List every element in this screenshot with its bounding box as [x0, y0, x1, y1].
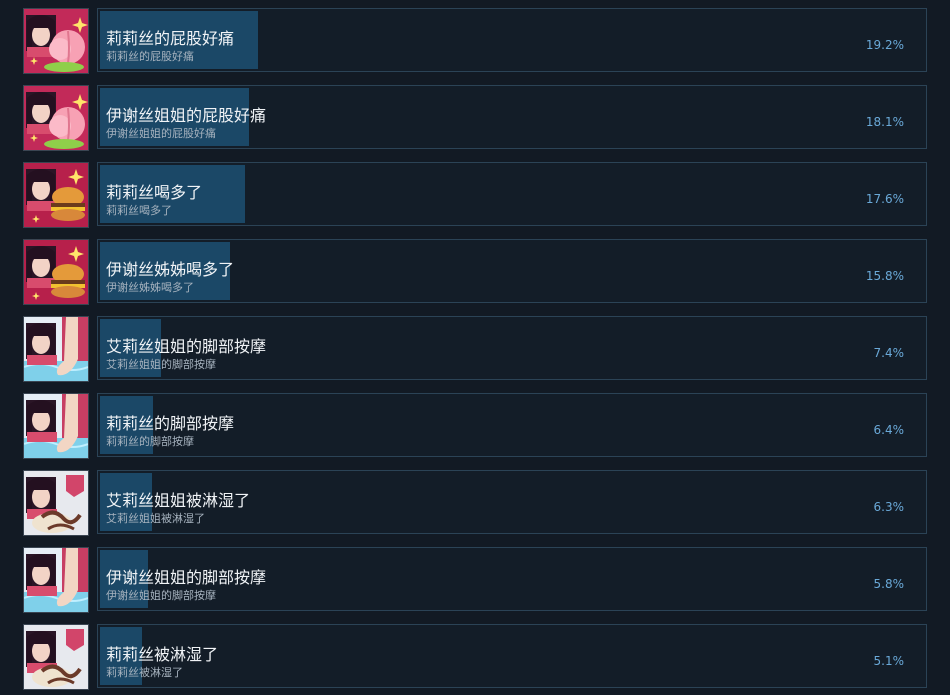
achievement-row[interactable]: 莉莉丝喝多了 莉莉丝喝多了 17.6%	[23, 162, 927, 228]
unlock-percentage: 17.6%	[865, 192, 904, 206]
achievement-title: 伊谢丝姐姐的脚部按摩	[106, 568, 267, 587]
achievement-description: 艾莉丝姐姐的脚部按摩	[106, 358, 216, 371]
achievement-card: 艾莉丝姐姐被淋湿了 艾莉丝姐姐被淋湿了 6.3%	[97, 470, 927, 534]
foot-icon	[23, 393, 89, 459]
achievement-card: 伊谢丝姊姊喝多了 伊谢丝姊姊喝多了 15.8%	[97, 239, 927, 303]
achievement-description: 莉莉丝被淋湿了	[106, 666, 183, 679]
achievement-card: 伊谢丝姐姐的脚部按摩 伊谢丝姐姐的脚部按摩 5.8%	[97, 547, 927, 611]
achievement-card: 莉莉丝被淋湿了 莉莉丝被淋湿了 5.1%	[97, 624, 927, 688]
achievement-row[interactable]: 艾莉丝姐姐被淋湿了 艾莉丝姐姐被淋湿了 6.3%	[23, 470, 927, 536]
achievement-card: 莉莉丝喝多了 莉莉丝喝多了 17.6%	[97, 162, 927, 226]
achievement-row[interactable]: 莉莉丝的屁股好痛 莉莉丝的屁股好痛 19.2%	[23, 8, 927, 74]
unlock-percentage: 6.3%	[873, 500, 905, 514]
achievement-title: 艾莉丝姐姐的脚部按摩	[106, 337, 267, 356]
unlock-percentage: 7.4%	[873, 346, 905, 360]
unlock-percentage: 19.2%	[865, 38, 904, 52]
achievement-card: 伊谢丝姐姐的屁股好痛 伊谢丝姐姐的屁股好痛 18.1%	[97, 85, 927, 149]
unlock-percentage: 6.4%	[873, 423, 905, 437]
achievement-row[interactable]: 伊谢丝姊姊喝多了 伊谢丝姊姊喝多了 15.8%	[23, 239, 927, 305]
unlock-percentage: 18.1%	[865, 115, 904, 129]
achievement-description: 伊谢丝姐姐的脚部按摩	[106, 589, 216, 602]
achievement-row[interactable]: 艾莉丝姐姐的脚部按摩 艾莉丝姐姐的脚部按摩 7.4%	[23, 316, 927, 382]
achievement-title: 伊谢丝姐姐的屁股好痛	[106, 106, 267, 125]
achievement-title: 莉莉丝的脚部按摩	[106, 414, 235, 433]
burger-icon	[23, 239, 89, 305]
achievement-title: 莉莉丝被淋湿了	[106, 645, 219, 664]
peach-icon	[23, 85, 89, 151]
unlock-percentage: 5.8%	[873, 577, 905, 591]
achievement-row[interactable]: 伊谢丝姐姐的屁股好痛 伊谢丝姐姐的屁股好痛 18.1%	[23, 85, 927, 151]
achievement-title: 伊谢丝姊姊喝多了	[106, 260, 235, 279]
achievement-title: 莉莉丝喝多了	[106, 183, 203, 202]
achievement-description: 莉莉丝喝多了	[106, 204, 172, 217]
achievement-title: 莉莉丝的屁股好痛	[106, 29, 235, 48]
achievement-description: 伊谢丝姐姐的屁股好痛	[106, 127, 216, 140]
tentacle-icon	[23, 470, 89, 536]
tentacle-icon	[23, 624, 89, 690]
foot-icon	[23, 316, 89, 382]
peach-icon	[23, 8, 89, 74]
achievement-description: 莉莉丝的屁股好痛	[106, 50, 194, 63]
achievement-card: 莉莉丝的脚部按摩 莉莉丝的脚部按摩 6.4%	[97, 393, 927, 457]
burger-icon	[23, 162, 89, 228]
unlock-percentage: 5.1%	[873, 654, 905, 668]
achievement-card: 艾莉丝姐姐的脚部按摩 艾莉丝姐姐的脚部按摩 7.4%	[97, 316, 927, 380]
achievement-row[interactable]: 莉莉丝的脚部按摩 莉莉丝的脚部按摩 6.4%	[23, 393, 927, 459]
achievement-list: 莉莉丝的屁股好痛 莉莉丝的屁股好痛 19.2% 伊谢丝姐姐的屁股好痛 伊谢丝姐姐的屁股好…	[0, 0, 950, 695]
achievement-description: 莉莉丝的脚部按摩	[106, 435, 194, 448]
achievement-card: 莉莉丝的屁股好痛 莉莉丝的屁股好痛 19.2%	[97, 8, 927, 72]
achievement-description: 伊谢丝姊姊喝多了	[106, 281, 194, 294]
unlock-percentage: 15.8%	[865, 269, 904, 283]
foot-icon	[23, 547, 89, 613]
achievement-description: 艾莉丝姐姐被淋湿了	[106, 512, 205, 525]
achievement-title: 艾莉丝姐姐被淋湿了	[106, 491, 251, 510]
achievement-row[interactable]: 伊谢丝姐姐的脚部按摩 伊谢丝姐姐的脚部按摩 5.8%	[23, 547, 927, 613]
achievement-row[interactable]: 莉莉丝被淋湿了 莉莉丝被淋湿了 5.1%	[23, 624, 927, 690]
